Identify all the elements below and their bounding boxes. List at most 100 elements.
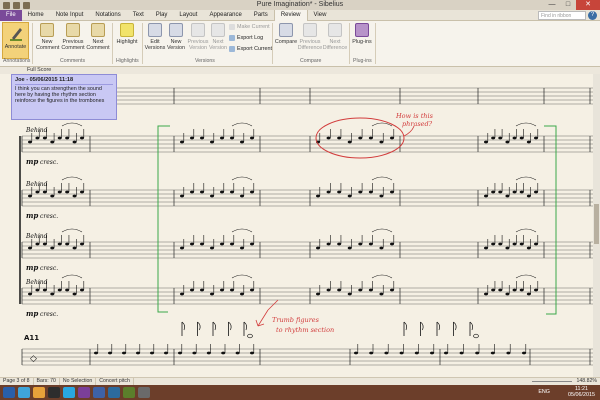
whole-note: ◇	[30, 354, 37, 364]
dynamic-cresc: cresc.	[40, 159, 58, 166]
taskbar-app-icon[interactable]	[18, 387, 30, 398]
notehead	[65, 136, 70, 140]
export-log-button[interactable]: Export Log	[229, 35, 263, 41]
tab-note-input[interactable]: Note Input	[50, 10, 90, 21]
group-label-comments: Comments	[60, 58, 86, 64]
label: Plug-ins	[352, 39, 372, 45]
new-version-button[interactable]: New Version	[166, 23, 186, 51]
ribbon-search-input[interactable]: Find in ribbon	[538, 11, 586, 20]
title-bar: Pure Imagination* - Sibelius — □ ✕	[0, 0, 600, 10]
comment-author-date: Joe - 05/06/2015 11:18	[15, 77, 113, 85]
previous-version-button[interactable]: Previous Version	[186, 23, 210, 51]
notehead	[42, 242, 47, 246]
minimize-button[interactable]: —	[544, 0, 560, 10]
dynamic-cresc: cresc.	[40, 311, 58, 318]
maximize-button[interactable]: □	[560, 0, 576, 10]
notehead	[200, 288, 204, 292]
next-difference-button[interactable]: Next Difference	[322, 23, 348, 51]
tab-review[interactable]: Review	[273, 9, 308, 21]
status-pitch[interactable]: Concert pitch	[96, 378, 134, 385]
label: Comment	[86, 45, 110, 51]
previous-difference-button[interactable]: Previous Difference	[297, 23, 323, 51]
notehead	[459, 351, 464, 355]
label: Comment	[36, 45, 60, 51]
tab-play[interactable]: Play	[150, 10, 174, 21]
previous-version-icon	[191, 23, 205, 37]
window-controls: — □ ✕	[544, 0, 600, 10]
next-version-button[interactable]: Next Version	[208, 23, 228, 51]
taskbar-app-icon[interactable]	[78, 387, 90, 398]
notehead	[190, 242, 194, 246]
previous-comment-button[interactable]: Previous Comment	[60, 23, 86, 51]
notehead	[50, 140, 55, 144]
taskbar-app-icon[interactable]	[63, 387, 75, 398]
previous-difference-icon	[303, 23, 317, 37]
new-version-icon	[169, 23, 183, 37]
tab-layout[interactable]: Layout	[173, 10, 203, 21]
notehead	[72, 246, 77, 250]
notehead	[122, 351, 126, 355]
notehead	[220, 242, 224, 246]
edit-versions-button[interactable]: Edit Versions	[144, 23, 166, 51]
scrollbar-thumb[interactable]	[594, 204, 599, 244]
taskbar-app-icon[interactable]	[123, 387, 135, 398]
start-icon[interactable]	[3, 387, 15, 398]
status-selection: No Selection	[60, 378, 97, 385]
compare-button[interactable]: Compare	[274, 23, 298, 45]
notehead	[80, 190, 84, 194]
notehead	[65, 242, 70, 246]
dynamic-mp: mp	[26, 157, 38, 166]
tab-parts[interactable]: Parts	[248, 10, 274, 21]
highlight-button[interactable]: Highlight	[114, 23, 140, 45]
notehead	[526, 246, 531, 250]
plugins-button[interactable]: Plug-ins	[351, 23, 373, 45]
taskbar-app-icon[interactable]	[33, 387, 45, 398]
notehead	[337, 242, 342, 246]
annotate-button[interactable]: Annotate	[2, 22, 29, 59]
zoom-slider[interactable]	[532, 381, 572, 382]
red-arrow-stem	[267, 299, 279, 311]
notehead	[368, 136, 373, 140]
comment-box[interactable]: Joe - 05/06/2015 11:18 I think you can s…	[11, 74, 117, 120]
tab-appearance[interactable]: Appearance	[203, 10, 247, 21]
notehead	[200, 136, 204, 140]
new-comment-button[interactable]: New Comment	[36, 23, 60, 51]
taskbar-app-icon[interactable]	[93, 387, 105, 398]
vertical-scrollbar[interactable]	[593, 74, 600, 377]
document-tab-bar: Full Score	[0, 67, 600, 74]
notehead	[444, 351, 448, 355]
tab-view[interactable]: View	[308, 10, 333, 21]
close-button[interactable]: ✕	[576, 0, 600, 10]
staff-direction: Behind	[25, 181, 48, 188]
notehead	[230, 190, 234, 194]
notehead	[526, 140, 531, 144]
slur	[515, 274, 537, 279]
language-indicator[interactable]: ENG	[538, 389, 550, 395]
taskbar-app-icon[interactable]	[138, 387, 150, 398]
slur	[515, 122, 537, 127]
tab-text[interactable]: Text	[127, 10, 150, 21]
notehead	[316, 194, 320, 198]
notehead	[347, 194, 352, 198]
slur	[231, 274, 253, 279]
notehead	[491, 288, 496, 292]
tab-home[interactable]: Home	[22, 10, 50, 21]
notehead	[220, 136, 224, 140]
make-current-button[interactable]: Make Current	[229, 24, 270, 30]
tab-notations[interactable]: Notations	[89, 10, 126, 21]
export-current-button[interactable]: Export Current	[229, 46, 272, 52]
notehead	[57, 136, 62, 140]
notehead	[192, 351, 197, 355]
taskbar-app-icon[interactable]	[48, 387, 60, 398]
status-bar: Page 3 of 8 Bars: 70 No Selection Concer…	[0, 377, 600, 385]
clock[interactable]: 11:21 05/06/2015	[568, 386, 595, 398]
tab-full-score[interactable]: Full Score	[27, 67, 51, 74]
next-comment-button[interactable]: Next Comment	[86, 23, 110, 51]
notehead	[220, 288, 224, 292]
notehead	[430, 351, 434, 355]
taskbar-app-icon[interactable]	[108, 387, 120, 398]
notehead	[358, 288, 363, 292]
tab-file[interactable]: File	[0, 9, 22, 21]
help-icon[interactable]: ?	[588, 11, 597, 20]
notehead	[72, 140, 77, 144]
